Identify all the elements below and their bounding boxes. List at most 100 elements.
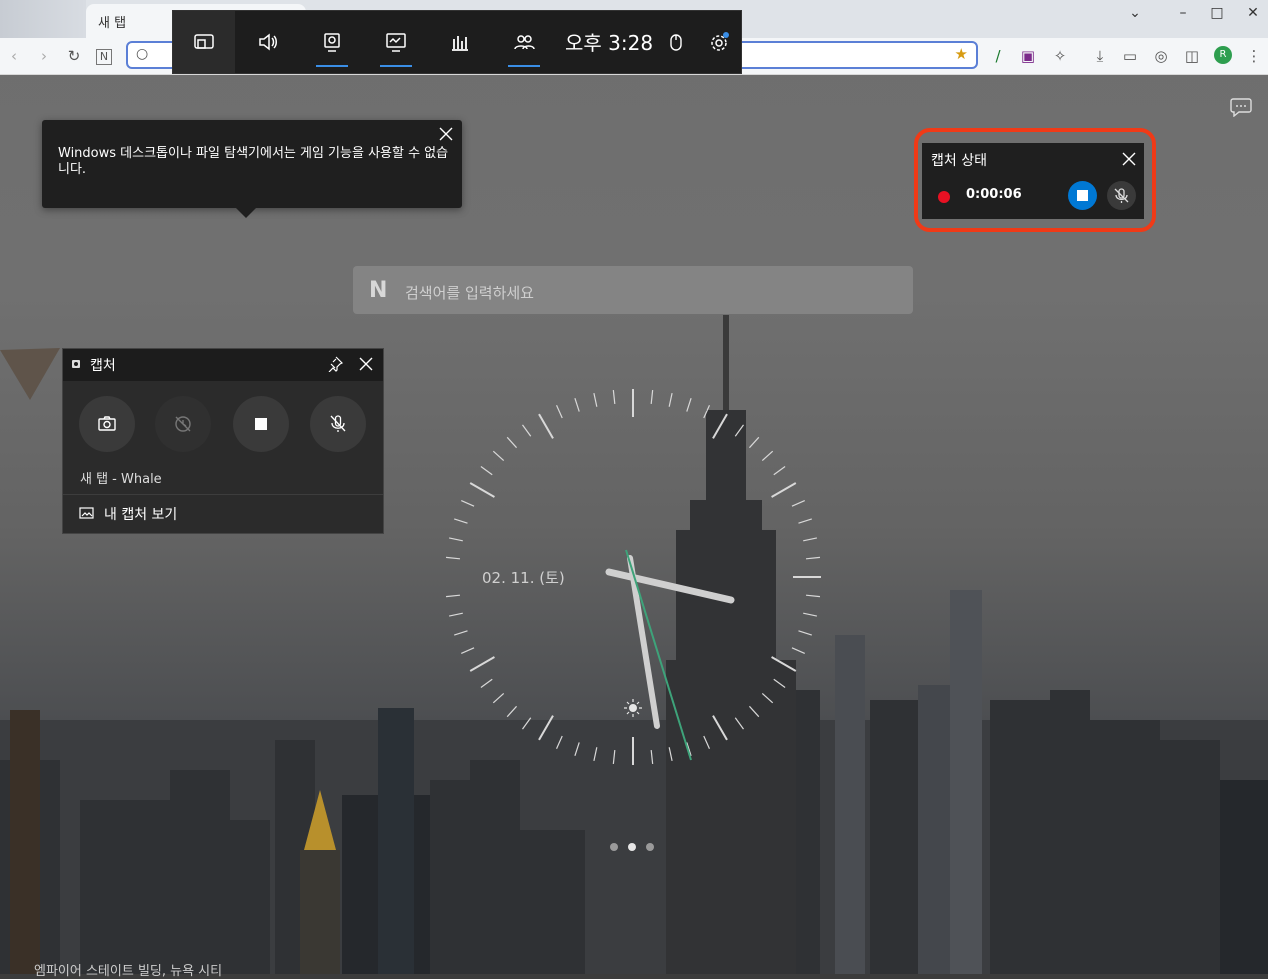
- tab-strip-background: [0, 0, 86, 38]
- clock-tick: [805, 594, 821, 598]
- game-bar-time: 오후 3:28: [565, 31, 654, 55]
- reload-icon[interactable]: ↻: [64, 46, 84, 66]
- close-icon[interactable]: [1122, 152, 1136, 166]
- social-button[interactable]: [493, 11, 555, 73]
- naver-home-icon[interactable]: N: [96, 49, 112, 65]
- audio-icon: [259, 33, 277, 51]
- active-indicator: [380, 65, 412, 67]
- clock-tick: [773, 466, 786, 476]
- clock-tick: [461, 647, 475, 655]
- clock-tick: [593, 747, 598, 762]
- clock-tick: [686, 398, 692, 412]
- naver-search-box[interactable]: N 검색어를 입력하세요: [353, 266, 913, 314]
- capture-status-widget: 캡처 상태 0:00:06: [922, 143, 1144, 219]
- game-features-unavailable-tooltip: Windows 데스크톱이나 파일 탐색기에서는 게임 기능을 사용할 수 없습…: [42, 120, 462, 218]
- view-my-captures-label: 내 캡처 보기: [104, 507, 178, 523]
- back-icon[interactable]: ‹: [4, 46, 24, 66]
- clock-tick: [771, 656, 797, 672]
- page-dot[interactable]: [610, 843, 618, 851]
- clock-tick: [734, 717, 744, 730]
- sidebar-toggle-icon[interactable]: ◫: [1182, 46, 1202, 66]
- capture-icon: [324, 33, 340, 52]
- bookmark-star-icon[interactable]: ★: [955, 45, 968, 63]
- page-dot[interactable]: [646, 843, 654, 851]
- mic-toggle-button[interactable]: [1107, 181, 1136, 210]
- clock-date: 02. 11. (토): [482, 569, 565, 587]
- resources-button[interactable]: [429, 11, 491, 73]
- clock-tick: [805, 556, 821, 560]
- mouse-icon[interactable]: [669, 33, 683, 57]
- clock-tick: [798, 518, 812, 524]
- close-icon[interactable]: [438, 126, 454, 142]
- download-icon[interactable]: ⤓: [1090, 46, 1110, 66]
- clock-tick: [461, 499, 475, 507]
- gallery-icon: [79, 507, 94, 519]
- clock-tick: [650, 749, 654, 765]
- mic-toggle-button[interactable]: [310, 396, 366, 452]
- mic-off-icon: [1114, 188, 1129, 203]
- clock-tick: [506, 436, 518, 449]
- clock-tick: [538, 715, 554, 741]
- clock-tick: [803, 612, 818, 617]
- background-pagination[interactable]: [610, 836, 664, 855]
- background-location-caption: 엠파이어 스테이트 빌딩, 뉴욕 시티: [34, 964, 223, 979]
- stop-recording-button[interactable]: [1068, 181, 1097, 210]
- minimize-button[interactable]: –: [1166, 2, 1200, 24]
- clock-tick: [448, 537, 463, 542]
- screenshot-button[interactable]: [79, 396, 135, 452]
- performance-button[interactable]: [365, 11, 427, 73]
- search-input[interactable]: 검색어를 입력하세요: [405, 282, 534, 303]
- clock-tick: [712, 715, 728, 741]
- view-my-captures-link[interactable]: 내 캡처 보기: [79, 503, 369, 527]
- capture-button[interactable]: [301, 11, 363, 73]
- clock-tick: [454, 630, 468, 636]
- social-icon: [514, 35, 535, 50]
- clock-tick: [791, 499, 805, 507]
- more-menu-icon[interactable]: ⋮: [1244, 46, 1264, 66]
- screenshot-icon[interactable]: ◎: [1151, 46, 1171, 66]
- clock-tick: [650, 389, 654, 405]
- hour-hand: [605, 568, 735, 604]
- clock-tick: [522, 424, 532, 437]
- capture-widget-header[interactable]: 캡처: [63, 349, 383, 381]
- search-icon: ○: [136, 46, 149, 62]
- widget-menu-button[interactable]: [173, 11, 235, 73]
- clock-tick: [612, 389, 616, 405]
- close-icon[interactable]: [359, 357, 373, 371]
- pen-extension-icon[interactable]: /: [988, 46, 1008, 66]
- tab-list-chevron-icon[interactable]: ⌄: [1118, 2, 1152, 24]
- chat-bubble-icon[interactable]: [1230, 97, 1252, 117]
- active-indicator: [316, 65, 348, 67]
- extension-app-icon[interactable]: ▣: [1018, 46, 1038, 66]
- widget-menu-icon: [194, 34, 214, 49]
- capture-widget: 캡처 새 탭 - Whale 내 캡처 보기: [62, 348, 384, 534]
- clock-tick: [445, 594, 461, 598]
- clock-tick: [771, 482, 797, 498]
- clock-tick: [469, 656, 495, 672]
- pin-icon[interactable]: [327, 356, 343, 372]
- clock-tick: [668, 392, 673, 407]
- camera-icon: [98, 416, 116, 431]
- record-last-30s-button[interactable]: [155, 396, 211, 452]
- clock-tick: [538, 413, 554, 439]
- close-window-button[interactable]: ✕: [1236, 2, 1268, 24]
- stop-recording-button[interactable]: [233, 396, 289, 452]
- page-dot-active[interactable]: [628, 843, 636, 851]
- divider: [63, 494, 383, 495]
- clock-tick: [761, 450, 774, 462]
- audio-button[interactable]: [237, 11, 299, 73]
- clock-tick: [773, 678, 786, 688]
- forward-icon[interactable]: ›: [34, 46, 54, 66]
- profile-avatar[interactable]: R: [1214, 46, 1232, 64]
- clock-tick: [555, 405, 563, 419]
- recording-dot-icon: [938, 191, 950, 203]
- clock-tick: [574, 398, 580, 412]
- capture-widget-title: 캡처: [90, 358, 116, 374]
- video-icon[interactable]: ▭: [1120, 46, 1140, 66]
- clock-tick: [798, 630, 812, 636]
- settings-gear-icon[interactable]: [709, 31, 731, 57]
- maximize-button[interactable]: □: [1200, 2, 1234, 24]
- naver-logo-icon: N: [369, 278, 388, 303]
- clock-tick: [555, 735, 563, 749]
- extensions-puzzle-icon[interactable]: ✧: [1050, 46, 1070, 66]
